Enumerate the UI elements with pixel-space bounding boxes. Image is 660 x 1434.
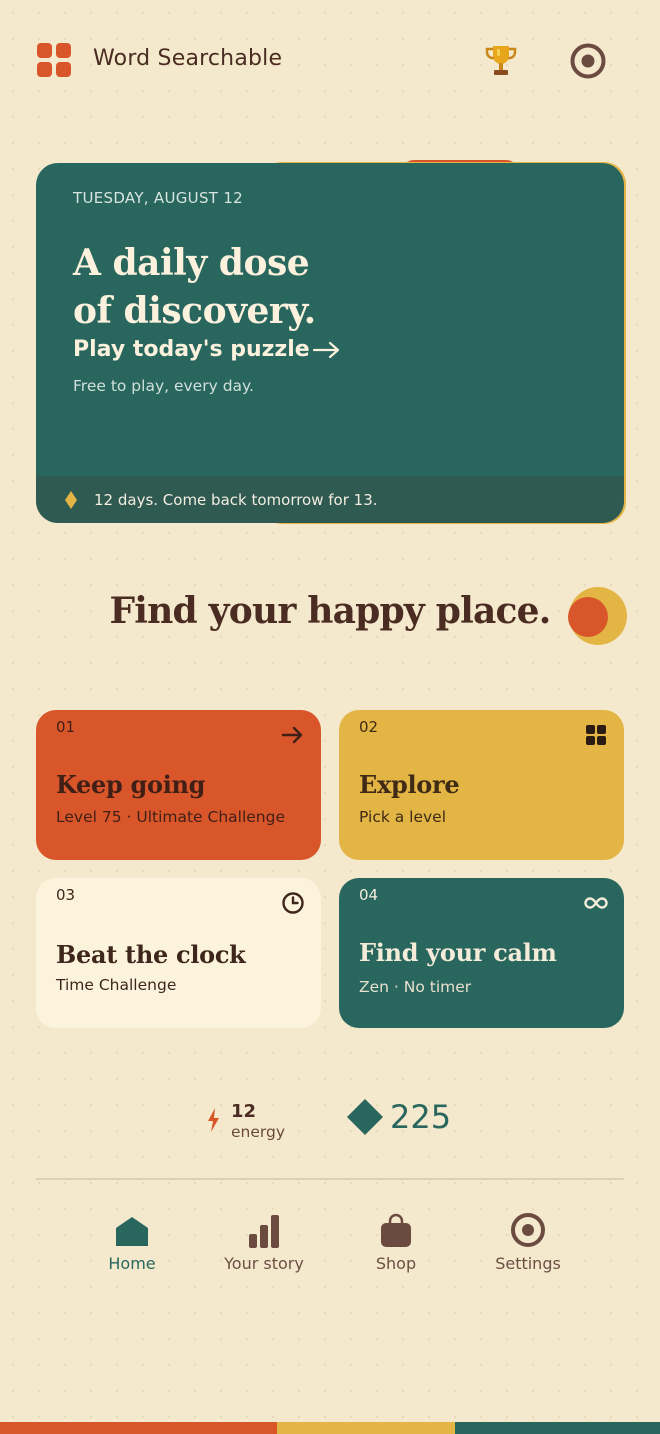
nav-item-shop[interactable]: Shop (341, 1210, 451, 1273)
mode-subtitle: Time Challenge (56, 976, 177, 994)
infinity-icon (584, 897, 608, 909)
bar-chart-icon (249, 1215, 279, 1248)
mode-number: 04 (359, 886, 379, 904)
section-title: Find your happy place. (0, 590, 660, 632)
gems-value: 225 (390, 1098, 452, 1136)
nav-item-home[interactable]: Home (77, 1210, 187, 1273)
home-icon (116, 1217, 148, 1246)
mode-number: 03 (56, 886, 76, 904)
bag-icon (381, 1213, 411, 1247)
clock-icon (282, 892, 304, 914)
target-icon (511, 1213, 545, 1247)
mode-subtitle: Level 75 · Ultimate Challenge (56, 808, 286, 826)
mode-subtitle: Pick a level (359, 808, 447, 826)
hero-title-line: of discovery. (73, 290, 316, 332)
nav-label: Home (108, 1254, 156, 1273)
sun-decoration-icon (568, 587, 627, 645)
nav-item-your-story[interactable]: Your story (209, 1210, 319, 1273)
hero-title: A daily dose of discovery. (73, 239, 316, 335)
trophy-icon[interactable] (484, 43, 518, 79)
mode-card-beat-the-clock[interactable]: 03 Beat the clock Time Challenge (36, 878, 321, 1028)
mode-number: 01 (56, 718, 76, 736)
nav-label: Settings (495, 1254, 561, 1273)
lightning-bolt-icon (208, 1108, 219, 1132)
footer-stripe-orange (0, 1422, 277, 1434)
target-icon[interactable] (569, 42, 607, 80)
grid-icon (586, 725, 606, 745)
gems-counter[interactable]: 225 (346, 1098, 451, 1136)
energy-value: 12 (231, 1101, 257, 1122)
mode-title: Find your calm (359, 938, 557, 967)
app-title: Word Searchable (93, 46, 283, 71)
play-today-button[interactable]: Play today's puzzle (73, 337, 342, 362)
hero-title-line: A daily dose (73, 242, 310, 284)
nav-label: Shop (375, 1254, 417, 1273)
mode-card-keep-going[interactable]: 01 Keep going Level 75 · Ultimate Challe… (36, 710, 321, 860)
bottom-nav: Home Your story Shop Settings (0, 1210, 660, 1280)
energy-label: energy (231, 1123, 286, 1141)
mode-card-explore[interactable]: 02 Explore Pick a level (339, 710, 624, 860)
energy-counter[interactable]: 12 energy (205, 1103, 285, 1141)
mode-number: 02 (359, 718, 379, 736)
arrow-right-icon (312, 341, 339, 358)
arrow-right-icon (281, 726, 303, 744)
diamond-icon (347, 1099, 383, 1135)
mode-subtitle: Zen · No timer (359, 978, 472, 996)
mode-card-find-your-calm[interactable]: 04 Find your calm Zen · No timer (339, 878, 624, 1028)
streak-bar: 12 days. Come back tomorrow for 13. (36, 476, 624, 523)
nav-item-settings[interactable]: Settings (473, 1210, 583, 1273)
play-today-label: Play today's puzzle (73, 337, 310, 362)
app-header: Word Searchable (0, 0, 660, 120)
streak-text: 12 days. Come back tomorrow for 13. (94, 490, 378, 509)
grid-icon[interactable] (37, 43, 71, 77)
mode-title: Explore (359, 770, 460, 799)
hero-subtitle: Free to play, every day. (73, 377, 254, 395)
nav-divider (36, 1178, 624, 1180)
footer-stripe-teal (455, 1422, 660, 1434)
mode-title: Beat the clock (56, 940, 246, 969)
mode-title: Keep going (56, 770, 206, 799)
daily-puzzle-card[interactable]: TUESDAY, AUGUST 12 A daily dose of disco… (36, 163, 624, 523)
diamond-streak-icon (65, 490, 77, 509)
footer-stripe-mustard (277, 1422, 455, 1434)
energy-text: 12 energy (231, 1103, 285, 1141)
hero-date: TUESDAY, AUGUST 12 (73, 189, 244, 207)
nav-label: Your story (224, 1254, 304, 1273)
section-title-text: Find your happy place. (109, 590, 552, 632)
